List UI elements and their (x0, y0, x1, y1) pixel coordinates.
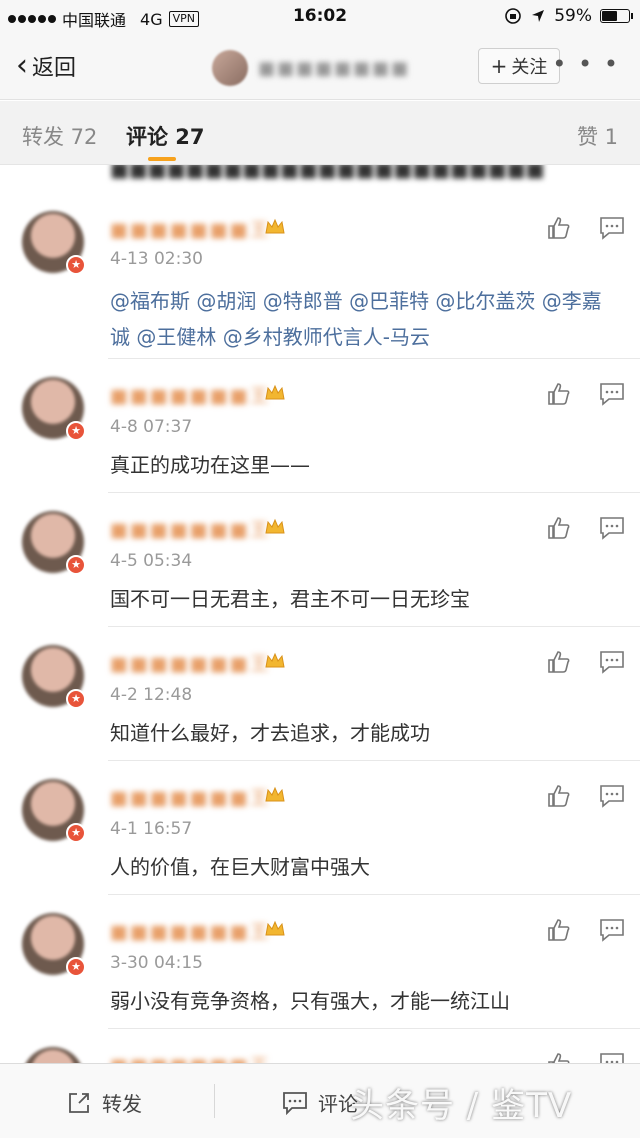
crown-icon (265, 518, 285, 534)
tab-comments[interactable]: 评论 27 (126, 121, 205, 151)
battery-level (602, 11, 618, 21)
follow-button[interactable]: + 关注 (478, 48, 560, 84)
chevron-left-icon: ‹ (16, 48, 28, 83)
username-blurred[interactable]: ■■■■■■■王 (110, 917, 271, 944)
thumbs-up-icon[interactable] (546, 649, 572, 675)
thumbs-up-icon[interactable] (546, 917, 572, 943)
back-label: 返回 (32, 56, 77, 81)
username-blurred[interactable]: ■■■■■■■王 (110, 649, 271, 676)
thumbs-up-icon[interactable] (546, 215, 572, 241)
partial-comment-text-blurred: ■■■■■■■■■■■■■■■■■■■■■■■ (110, 165, 545, 181)
comment-time: 4-8 07:37 (110, 417, 193, 437)
repost-label: 转发 (102, 1092, 142, 1116)
share-icon (69, 1092, 89, 1113)
reply-comment-icon[interactable] (598, 1051, 626, 1063)
status-right: 59% (504, 6, 633, 26)
thumbs-up-icon[interactable] (546, 381, 572, 407)
tab-likes[interactable]: 赞 1 (577, 121, 618, 151)
comment-button[interactable]: 评论 (282, 1088, 358, 1117)
comment-text: 知道什么最好，才去追求，才能成功 (110, 721, 430, 745)
crown-icon (265, 786, 285, 802)
reply-comment-icon[interactable] (598, 649, 626, 675)
comment-text: 弱小没有竞争资格，只有强大，才能一统江山 (110, 989, 510, 1013)
active-tab-indicator (148, 157, 176, 161)
navigation-bar: ‹ 返回 ■■■■■■■■ + 关注 • • • (0, 36, 640, 100)
comment-item: ★ ■■■■■■■王 4-2 12:48 知道什么最好，才去追求，才能成功 (0, 627, 640, 761)
verified-badge-icon: ★ (66, 255, 86, 275)
reply-comment-icon[interactable] (598, 783, 626, 809)
comment-item: ★ ■■■■■■■王 4-13 02:30 @福布斯 @胡润 @特郎普 @巴菲特… (0, 189, 640, 359)
crown-icon (265, 384, 285, 400)
verified-badge-icon: ★ (66, 421, 86, 441)
comment-time: 4-5 05:34 (110, 551, 193, 571)
plus-icon: + (490, 54, 508, 78)
back-button[interactable]: ‹ 返回 (16, 50, 76, 82)
toolbar-divider (214, 1084, 215, 1118)
reply-comment-icon[interactable] (598, 917, 626, 943)
tab-bar: 转发 72 评论 27 赞 1 (0, 101, 640, 165)
bottom-toolbar: 转发 评论 头条号 / 鉴TV (0, 1063, 640, 1138)
verified-badge-icon: ★ (66, 555, 86, 575)
author-name-blurred: ■■■■■■■■ (258, 57, 411, 79)
username-blurred[interactable]: ■■■■■■■王 (110, 381, 271, 408)
battery-percent: 59% (554, 6, 592, 26)
repost-button[interactable]: 转发 (66, 1088, 142, 1117)
comment-text[interactable]: @福布斯 @胡润 @特郎普 @巴菲特 @比尔盖茨 @李嘉诚 @王健林 @乡村教师… (110, 283, 620, 355)
verified-badge-icon: ★ (66, 823, 86, 843)
tab-reposts[interactable]: 转发 72 (22, 121, 97, 151)
battery-icon (600, 9, 633, 23)
status-bar: 中国联通 4G VPN 16:02 59% (0, 0, 640, 36)
username-blurred[interactable]: ■■■■■■■王 (110, 515, 271, 542)
thumbs-up-icon[interactable] (546, 515, 572, 541)
watermark: 头条号 / 鉴TV (350, 1086, 573, 1126)
comment-text: 国不可一日无君主，君主不可一日无珍宝 (110, 587, 470, 611)
author-avatar (212, 50, 248, 86)
comment-item: ★ ■■■■■■■王 4-5 05:34 国不可一日无君主，君主不可一日无珍宝 (0, 493, 640, 627)
username-blurred[interactable]: ■■■■■■■王 (110, 783, 271, 810)
orientation-lock-icon (505, 8, 522, 24)
thumbs-up-icon[interactable] (546, 783, 572, 809)
avatar[interactable] (22, 1047, 84, 1063)
comment-text: 真正的成功在这里—— (110, 453, 310, 477)
comment-item: ★ ■■■■■■■王 3-30 04:15 弱小没有竞争资格，只有强大，才能一统… (0, 895, 640, 1029)
crown-icon (265, 218, 285, 234)
follow-label: 关注 (511, 57, 548, 78)
thumbs-up-icon[interactable] (546, 1051, 572, 1063)
location-arrow-icon (532, 10, 545, 22)
comment-item: ★ ■■■■■■■王 4-1 16:57 人的价值，在巨大财富中强大 (0, 761, 640, 895)
verified-badge-icon: ★ (66, 957, 86, 977)
comment-item: ★ ■■■■■■■王 4-8 07:37 真正的成功在这里—— (0, 359, 640, 493)
crown-icon (265, 652, 285, 668)
comment-time: 4-13 02:30 (110, 249, 203, 269)
username-blurred[interactable]: ■■■■■■■王 (110, 215, 271, 242)
reply-comment-icon[interactable] (598, 381, 626, 407)
comment-text: 人的价值，在巨大财富中强大 (110, 855, 370, 879)
comment-time: 4-2 12:48 (110, 685, 193, 705)
comment-time: 3-30 04:15 (110, 953, 203, 973)
crown-icon (265, 920, 285, 936)
verified-badge-icon: ★ (66, 689, 86, 709)
comment-list[interactable]: ■■■■■■■■■■■■■■■■■■■■■■■ ★ ■■■■■■■王 4-13 … (0, 165, 640, 1063)
post-author[interactable]: ■■■■■■■■ (212, 50, 410, 86)
comment-time: 4-1 16:57 (110, 819, 193, 839)
more-options-icon[interactable]: • • • (552, 50, 620, 78)
comment-item-partial: ■■■■■■■王 (0, 1029, 640, 1063)
reply-comment-icon[interactable] (598, 215, 626, 241)
username-blurred[interactable]: ■■■■■■■王 (110, 1051, 271, 1063)
reply-comment-icon[interactable] (598, 515, 626, 541)
comment-icon (283, 1091, 307, 1115)
